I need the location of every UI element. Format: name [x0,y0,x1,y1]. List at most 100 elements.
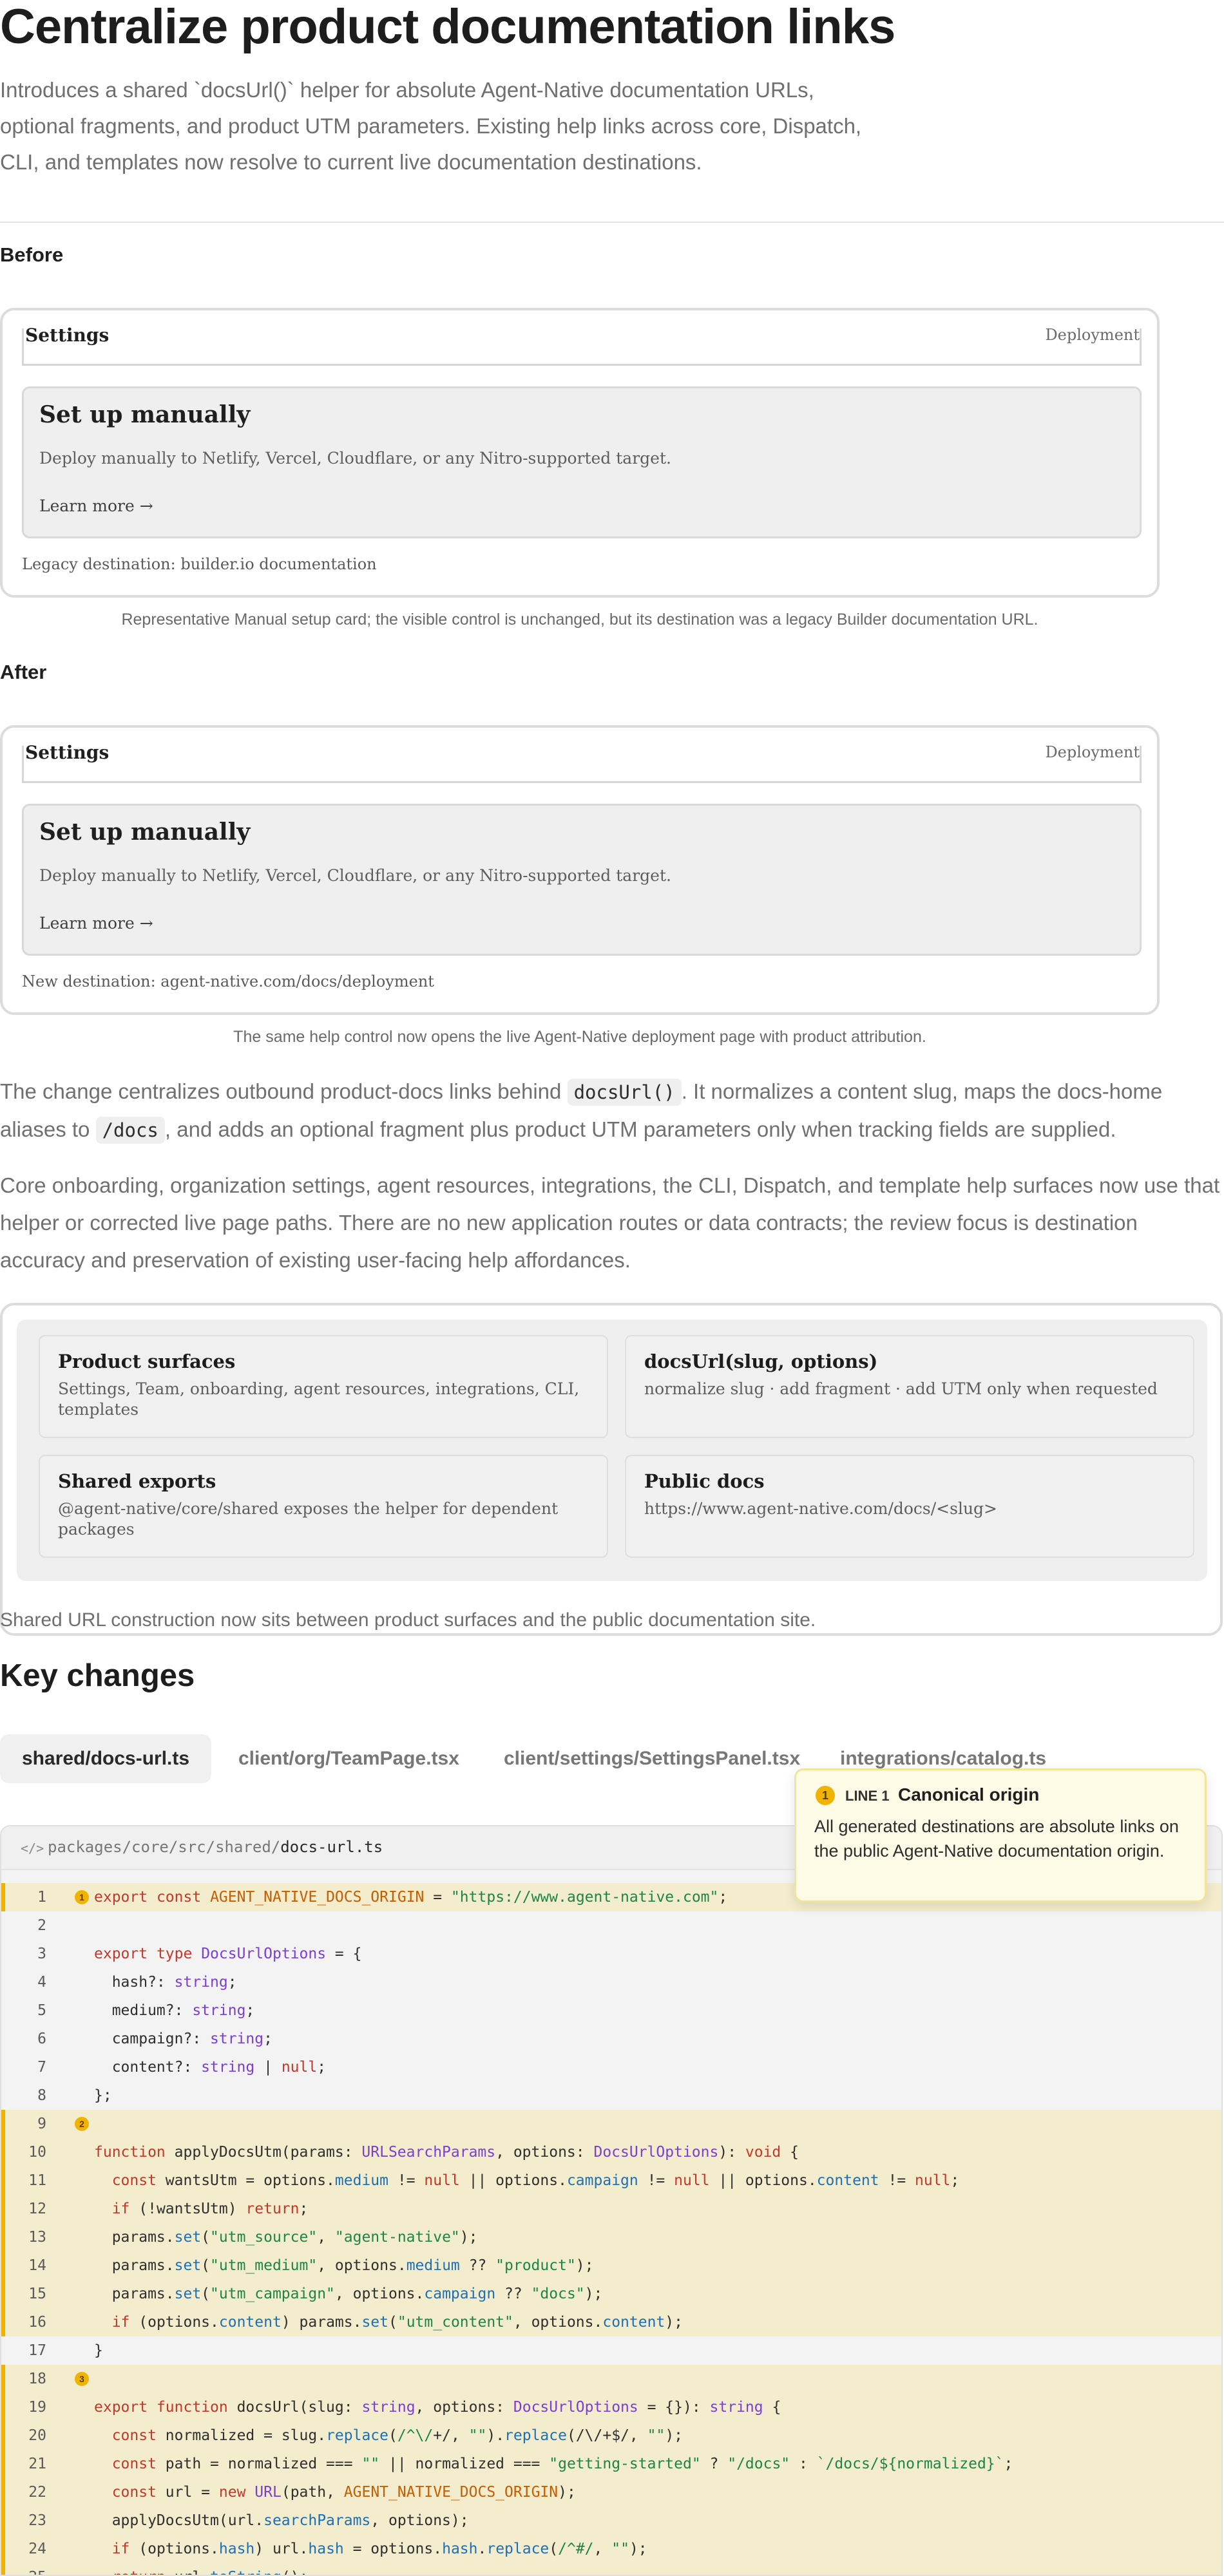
code-text: if (options.content) params.set("utm_con… [111,2314,683,2331]
manual-setup-card: Set up manually Deploy manually to Netli… [22,804,1142,956]
settings-label: Settings [25,742,110,763]
line-number: 16 [28,2314,46,2331]
code-text: function applyDocsUtm(params: URLSearchP… [94,2144,799,2161]
code-text: const path = normalized === "" || normal… [111,2456,1013,2472]
diagram-box-body: normalize slug · add fragment · add UTM … [644,1379,1158,1398]
annotation-marker[interactable]: 1 [75,1890,89,1904]
code-text: const normalized = slug.replace(/^\/+/, … [111,2427,684,2444]
diagram-caption: Shared URL construction now sits between… [0,1609,816,1631]
page-subtitle: Introduces a shared `docsUrl()` helper f… [0,78,862,174]
code-text: if (!wantsUtm) return; [111,2201,309,2217]
diagram-box-public-docs: Public docs https://www.agent-native.com… [625,1455,1194,1558]
code-line: 12 if (!wantsUtm) return; [1,2195,1221,2223]
diagram-box-product-surfaces: Product surfaces Settings, Team, onboard… [39,1335,608,1438]
annotation-number: 1 [816,1786,835,1805]
annotation-marker[interactable]: 3 [75,2372,89,2386]
line-number: 17 [28,2342,46,2359]
code-viewer: </> packages/core/src/shared/docs-url.ts… [0,1825,1223,2576]
line-number: 14 [28,2257,46,2274]
settings-label: Settings [25,325,110,346]
code-text: return url.toString(); [94,2563,309,2575]
code-line: 13 params.set("utm_source", "agent-nativ… [1,2223,1221,2251]
code-line: 5 medium?: string; [1,1996,1221,2025]
card-description: Deploy manually to Netlify, Vercel, Clou… [39,449,671,468]
after-mockup: Settings Deployment Set up manually Depl… [0,725,1160,1015]
before-caption: Representative Manual setup card; the vi… [121,611,1038,629]
learn-more-link[interactable]: Learn more → [39,914,153,933]
annotation-tooltip: 1 LINE 1 Canonical origin All generated … [794,1768,1207,1902]
code-line: 20 const normalized = slug.replace(/^\/+… [1,2421,1221,2450]
line-number: 9 [37,2116,46,2132]
settings-bar: Settings Deployment [22,325,1142,366]
code-line: 14 params.set("utm_medium", options.medi… [1,2251,1221,2280]
code-line: 22 const url = new URL(path, AGENT_NATIV… [1,2478,1221,2506]
line-number: 18 [28,2371,46,2387]
line-number: 3 [37,1946,46,1962]
diagram-box-body: https://www.agent-native.com/docs/<slug> [644,1499,997,1518]
line-number: 10 [28,2144,46,2161]
code-text: params.set("utm_campaign", options.campa… [94,2286,603,2302]
learn-more-link[interactable]: Learn more → [39,497,153,515]
diagram-box-title: Public docs [644,1470,765,1492]
tab-team-page[interactable]: client/org/TeamPage.tsx [216,1734,481,1783]
line-number: 19 [28,2399,46,2416]
code-text: export type DocsUrlOptions = { [94,1946,362,1962]
code-line: 10 function applyDocsUtm(params: URLSearc… [1,2138,1221,2166]
code-line: 2 [1,1911,1221,1940]
line-number: 23 [28,2512,46,2529]
code-line: 16 if (options.content) params.set("utm_… [1,2308,1221,2336]
code-text: applyDocsUtm(url.searchParams, options); [94,2512,469,2529]
diagram-box-title: Shared exports [58,1470,216,1492]
code-line: 92 [1,2110,1221,2138]
line-number: 4 [37,1974,46,1991]
line-number: 7 [37,2059,46,2076]
line-number: 15 [28,2286,46,2302]
tab-docs-url[interactable]: shared/docs-url.ts [0,1734,212,1783]
annotation-body: All generated destinations are absolute … [814,1817,1179,1861]
tab-settings-panel[interactable]: client/settings/SettingsPanel.tsx [482,1734,822,1783]
diagram-box-title: Product surfaces [58,1350,236,1372]
code-text: const wantsUtm = options.medium != null … [111,2172,960,2189]
card-title: Set up manually [39,401,251,428]
code-line: 3 export type DocsUrlOptions = { [1,1940,1221,1968]
after-caption: The same help control now opens the live… [233,1028,926,1046]
code-line: 23 applyDocsUtm(url.searchParams, option… [1,2506,1221,2535]
line-number: 21 [28,2456,46,2472]
diagram-box-shared-exports: Shared exports @agent-native/core/shared… [39,1455,608,1558]
diagram-box-title: docsUrl(slug, options) [644,1350,878,1372]
divider [0,222,1224,223]
line-number: 11 [28,2172,46,2189]
line-number: 8 [37,2087,46,2104]
line-number: 24 [28,2541,46,2557]
code-line: 8}; [1,2081,1221,2110]
code-text: export function docsUrl(slug: string, op… [94,2399,781,2416]
code-text: } [94,2342,103,2359]
body-paragraph-2: Core onboarding, organization settings, … [0,1173,1220,1272]
destination-note: New destination: agent-native.com/docs/d… [22,972,434,990]
code-text: if (options.hash) url.hash = options.has… [111,2541,647,2557]
code-text: hash?: string; [94,1974,237,1991]
line-number: 22 [28,2484,46,2501]
diagram-box-body: @agent-native/core/shared exposes the he… [58,1499,559,1539]
code-line: 18 3 [1,2365,1221,2393]
code-line: 11 const wantsUtm = options.medium != nu… [1,2166,1221,2195]
key-changes-heading: Key changes [0,1658,195,1693]
destination-note: Legacy destination: builder.io documenta… [22,555,377,573]
annotation-marker[interactable]: 2 [75,2117,89,2131]
code-line: 21 const path = normalized === "" || nor… [1,2450,1221,2478]
page-title: Centralize product documentation links [0,0,895,54]
code-text: params.set("utm_source", "agent-native")… [94,2229,478,2246]
code-text: params.set("utm_medium", options.medium … [94,2257,594,2274]
line-number: 6 [37,2031,46,2047]
code-text: const url = new URL(path, AGENT_NATIVE_D… [111,2484,576,2501]
deployment-label: Deployment [1045,743,1140,761]
line-number: 1 [37,1889,46,1906]
line-number: 5 [37,2002,46,2019]
line-number: 12 [28,2201,46,2217]
deployment-label: Deployment [1045,326,1140,344]
annotation-line-label: LINE 1 [845,1788,890,1804]
code-line: 15 params.set("utm_campaign", options.ca… [1,2280,1221,2308]
code-line: 7 content?: string | null; [1,2053,1221,2081]
body-paragraph-1: The change centralizes outbound product-… [0,1073,1224,1149]
code-line: 17} [1,2336,1221,2365]
